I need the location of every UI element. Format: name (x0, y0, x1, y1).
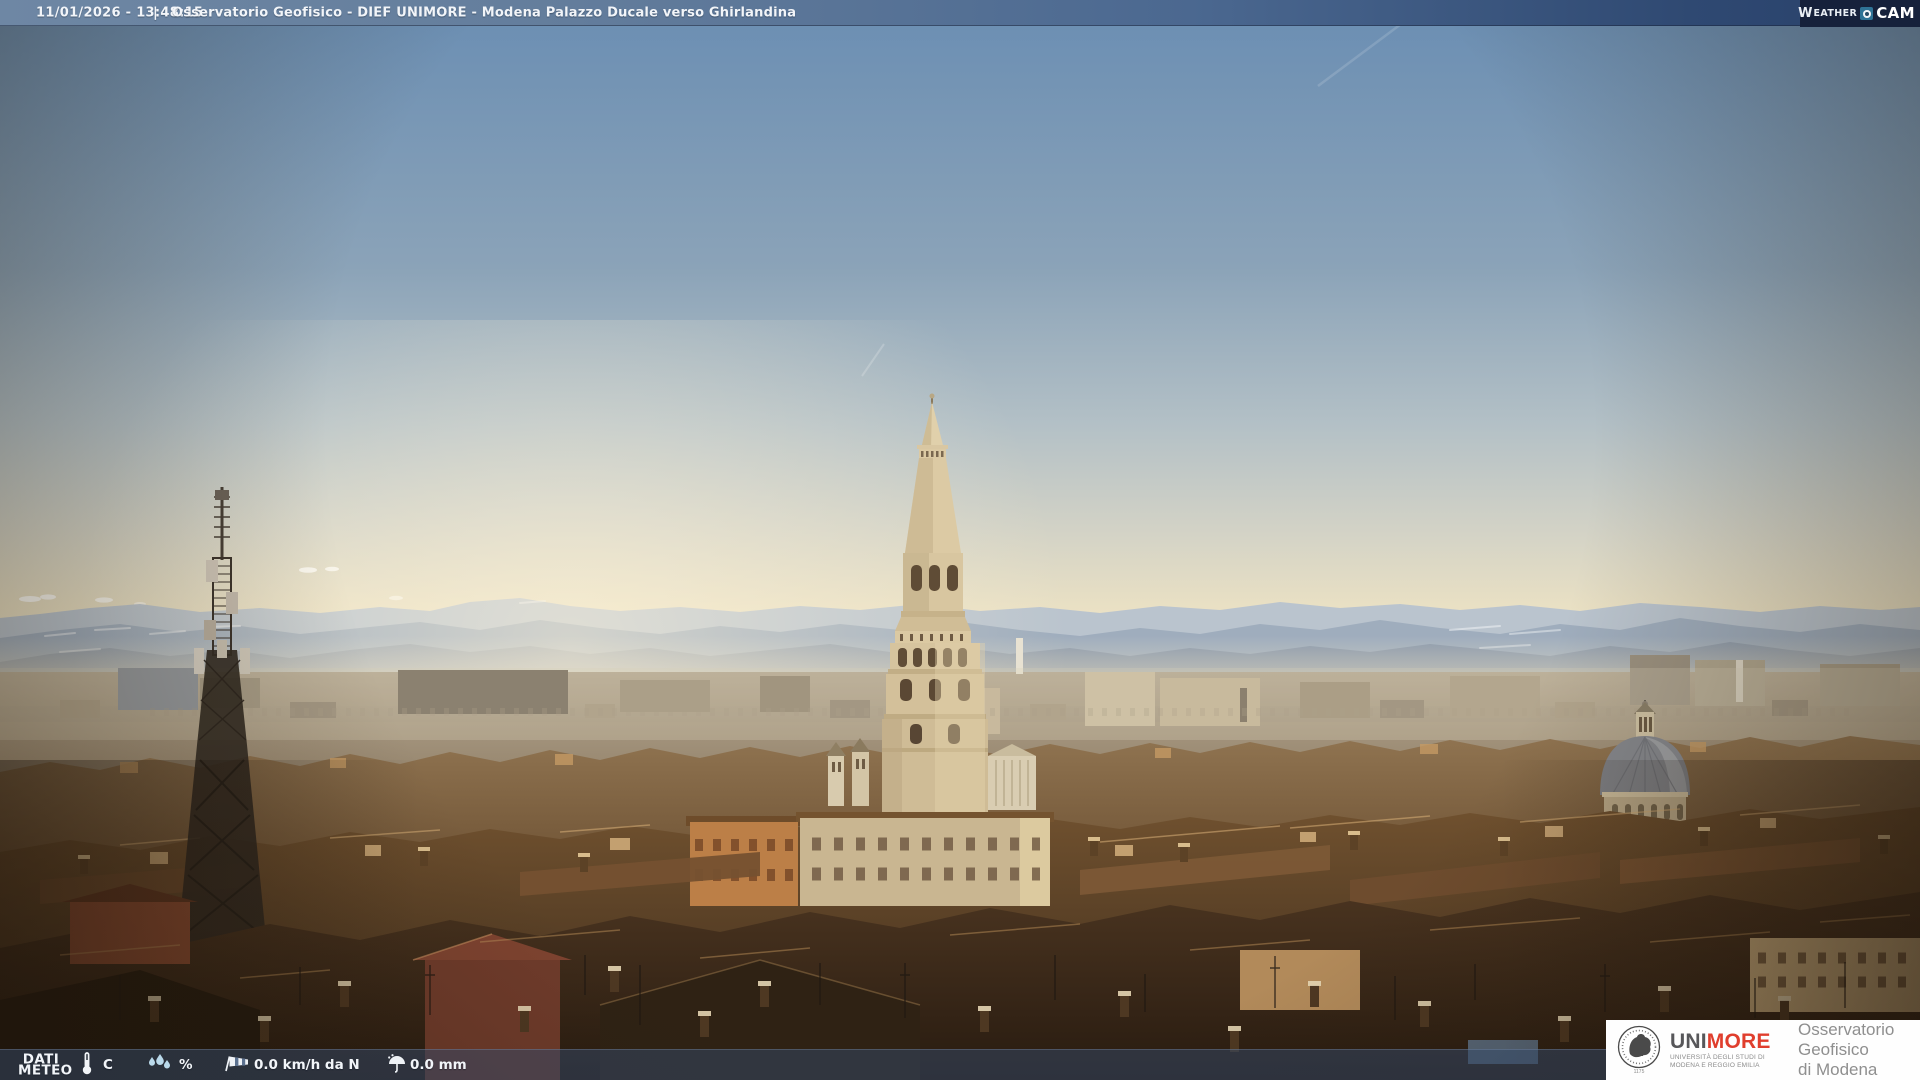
thermometer-icon (80, 1051, 94, 1079)
header-separator: | (153, 5, 158, 20)
webcam-photo (0, 0, 1920, 1080)
unimore-seal: 1175 (1616, 1025, 1662, 1075)
unimore-subtitle-line2: MODENA E REGGIO EMILIA (1670, 1062, 1760, 1069)
unimore-wordmark-uni: UNI (1670, 1029, 1707, 1053)
rain-value: 0.0 mm (410, 1057, 467, 1073)
header-bar: 11/01/2026 - 13:48:15 | Osservatorio Geo… (0, 0, 1920, 26)
weathercam-cam-label: CAM (1876, 4, 1915, 22)
temperature-value: C (103, 1057, 113, 1073)
observatory-name: Osservatorio Geofisico di Modena (1798, 1020, 1895, 1079)
windsock-icon (222, 1053, 250, 1077)
humidity-drops-icon (146, 1053, 174, 1077)
wind-value: 0.0 km/h da N (254, 1057, 360, 1073)
webcam-page: 11/01/2026 - 13:48:15 | Osservatorio Geo… (0, 0, 1920, 1080)
weathercam-word-rest: EATHER (1813, 7, 1858, 19)
humidity-value: % (179, 1057, 193, 1073)
unimore-wordmark: UNIMORE UNIVERSITÀ DEGLI STUDI DI MODENA… (1670, 1029, 1788, 1070)
vignette (0, 0, 1920, 1080)
unimore-wordmark-more: MORE (1706, 1029, 1771, 1053)
modena-panorama (0, 0, 1920, 1080)
unimore-subtitle-line1: UNIVERSITÀ DEGLI STUDI DI (1670, 1053, 1765, 1061)
camera-lens-icon (1860, 7, 1874, 20)
page-title: Osservatorio Geofisico - DIEF UNIMORE - … (172, 5, 797, 20)
unimore-brand-box[interactable]: 1175 UNIMORE UNIVERSITÀ DEGLI STUDI DI M… (1606, 1020, 1920, 1080)
weathercam-word-initial: W (1798, 6, 1813, 21)
dati-meteo-label: DATI METEO (18, 1051, 73, 1078)
umbrella-rain-icon (386, 1053, 406, 1077)
weathercam-logo[interactable]: W EATHER CAM (1798, 0, 1920, 27)
svg-text:1175: 1175 (1634, 1069, 1645, 1075)
